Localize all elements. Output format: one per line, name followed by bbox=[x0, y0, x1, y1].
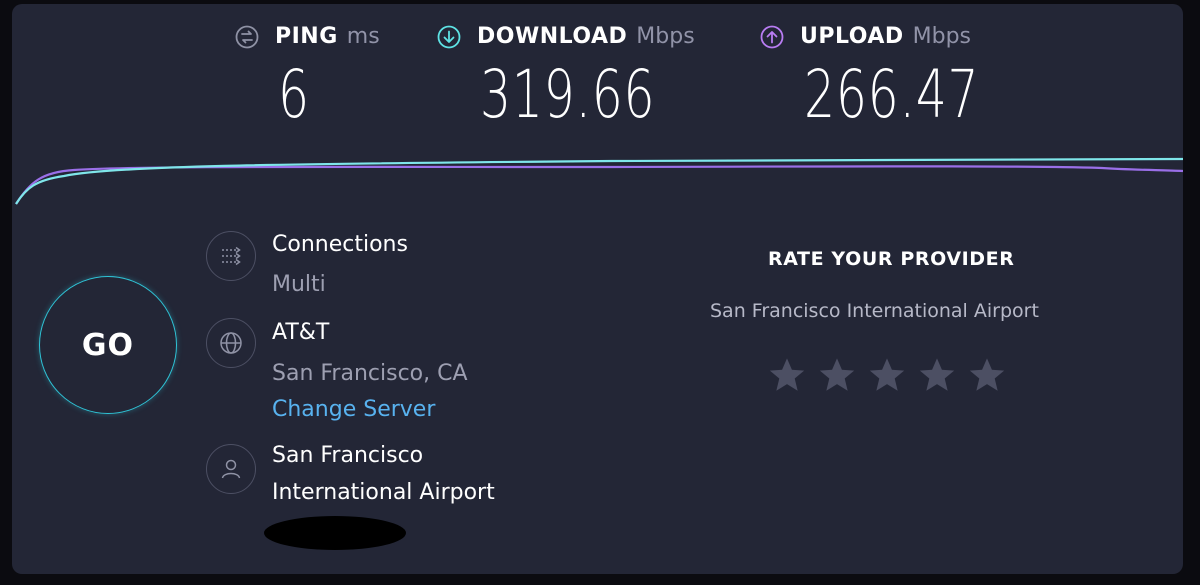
speedtest-result-panel: PING ms 6 DOWNLOAD Mbps 319.66 UPLOAD Mb… bbox=[12, 4, 1183, 574]
speed-graph bbox=[15, 157, 1183, 205]
globe-icon bbox=[206, 318, 256, 368]
rate-provider-title: RATE YOUR PROVIDER bbox=[768, 248, 1015, 270]
upload-icon bbox=[760, 25, 784, 48]
download-metric: DOWNLOAD Mbps bbox=[437, 24, 695, 49]
download-label: DOWNLOAD bbox=[477, 24, 628, 49]
user-icon bbox=[206, 444, 256, 494]
download-value: 319.66 bbox=[480, 56, 656, 133]
go-button[interactable]: GO bbox=[39, 276, 177, 414]
upload-graph-line bbox=[15, 165, 1183, 205]
ping-icon bbox=[235, 25, 259, 48]
redaction-mark bbox=[264, 516, 406, 550]
download-header: DOWNLOAD Mbps bbox=[437, 24, 695, 49]
connections-label: Connections bbox=[272, 232, 408, 257]
ping-header: PING ms bbox=[235, 24, 380, 49]
star-icon-4[interactable] bbox=[916, 354, 958, 396]
user-location-line2: International Airport bbox=[272, 480, 495, 505]
ping-value: 6 bbox=[278, 56, 310, 133]
upload-header: UPLOAD Mbps bbox=[760, 24, 971, 49]
ping-unit: ms bbox=[346, 24, 380, 49]
upload-value: 266.47 bbox=[804, 56, 980, 133]
upload-unit: Mbps bbox=[912, 24, 971, 49]
go-label: GO bbox=[81, 327, 135, 363]
server-location: San Francisco, CA bbox=[272, 361, 468, 386]
ping-metric: PING ms bbox=[235, 24, 380, 49]
user-location-line1: San Francisco bbox=[272, 443, 424, 468]
star-icon-2[interactable] bbox=[816, 354, 858, 396]
change-server-link[interactable]: Change Server bbox=[272, 392, 435, 428]
download-unit: Mbps bbox=[636, 24, 695, 49]
connections-icon bbox=[206, 231, 256, 281]
rating-stars bbox=[766, 354, 1016, 396]
star-icon-1[interactable] bbox=[766, 354, 808, 396]
ping-label: PING bbox=[275, 24, 338, 49]
upload-metric: UPLOAD Mbps bbox=[760, 24, 971, 49]
star-icon-5[interactable] bbox=[966, 354, 1008, 396]
server-provider: AT&T bbox=[272, 320, 330, 345]
star-icon-3[interactable] bbox=[866, 354, 908, 396]
connections-value: Multi bbox=[272, 272, 326, 297]
download-icon bbox=[437, 25, 461, 48]
upload-label: UPLOAD bbox=[800, 24, 904, 49]
rate-provider-name: San Francisco International Airport bbox=[710, 300, 1039, 322]
